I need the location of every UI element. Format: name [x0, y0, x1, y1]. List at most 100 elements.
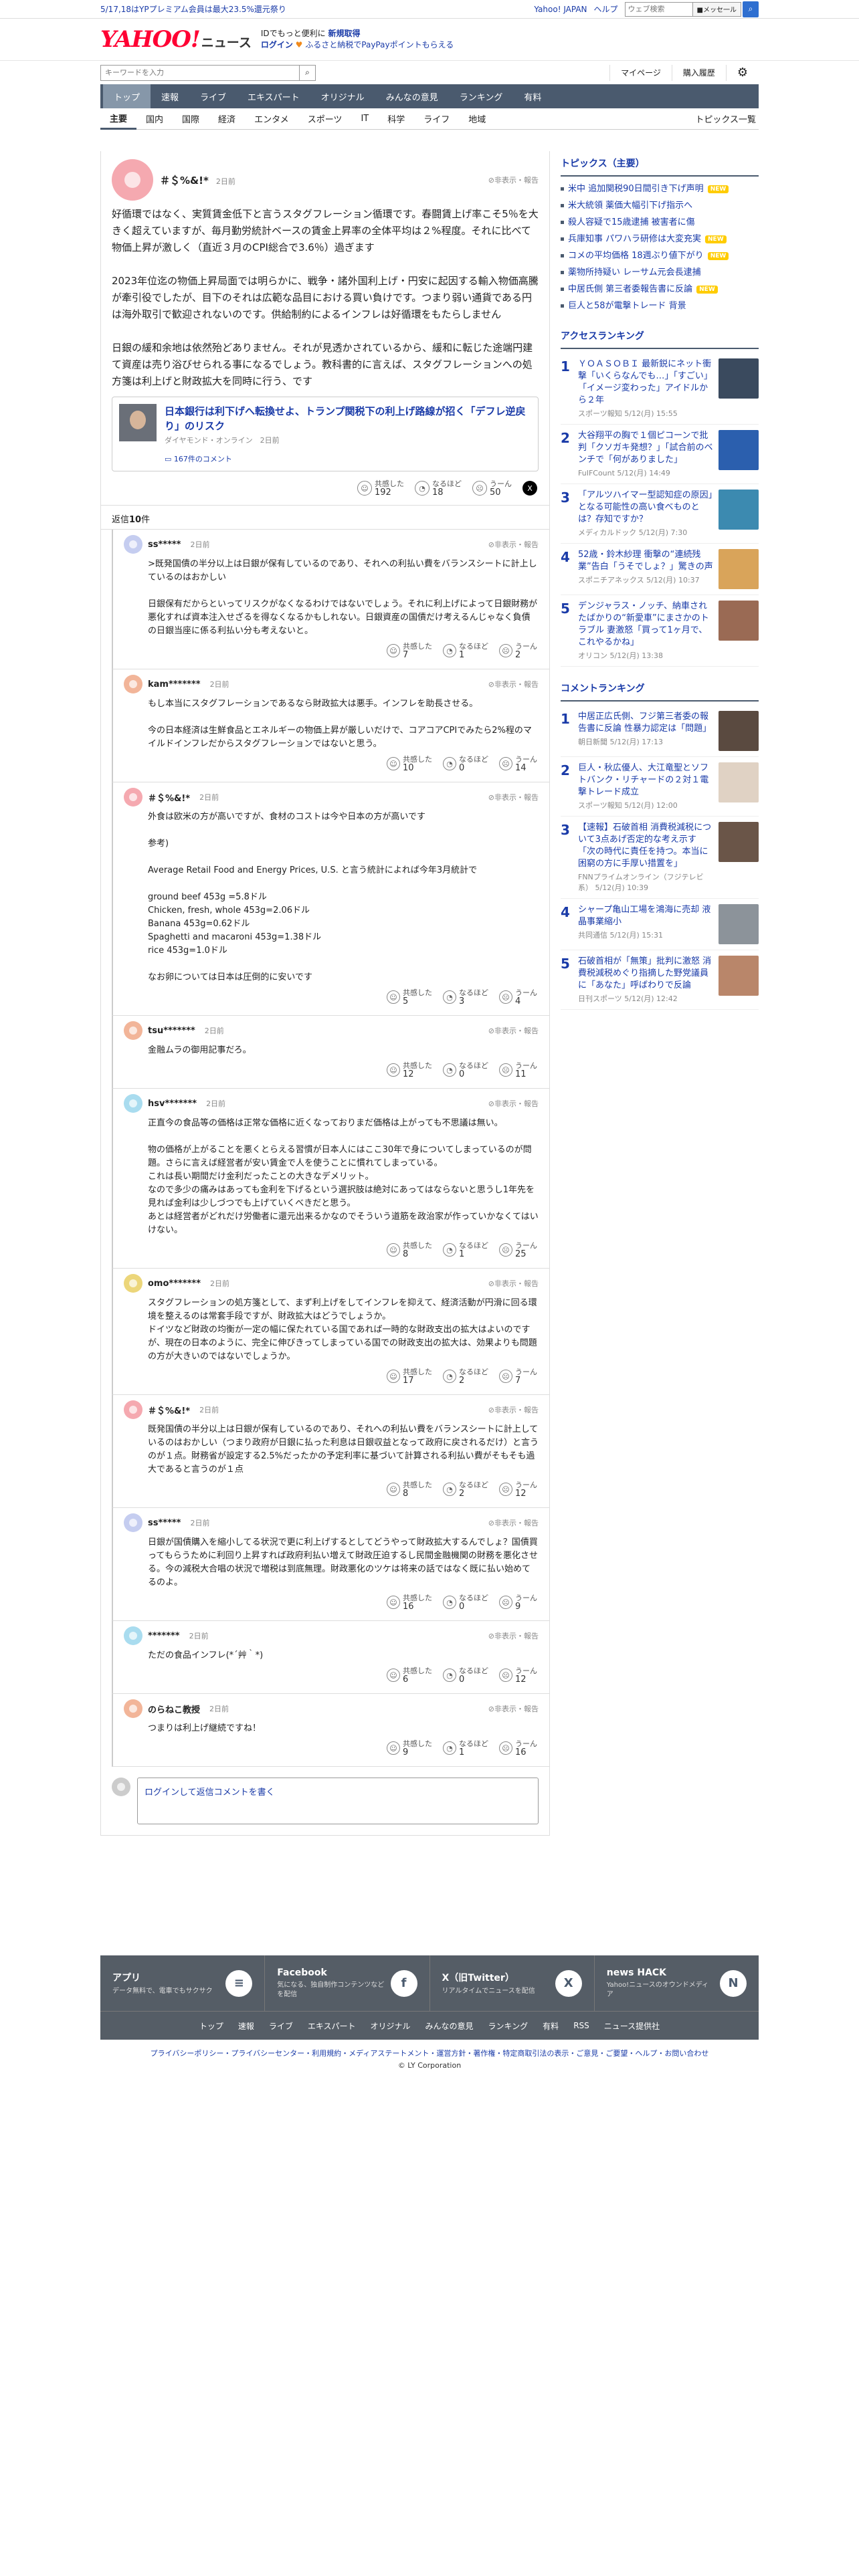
new-registration-link[interactable]: 新規取得	[328, 29, 360, 38]
topic-item[interactable]: 中居氏側 第三者委報告書に反論 NEW	[561, 281, 759, 298]
empathy-button[interactable]: ☺ 共感した 10	[387, 755, 432, 772]
hide-report-button[interactable]: ⊘非表示・報告	[488, 1098, 539, 1109]
message-link[interactable]: ■メッセ一ル	[692, 1, 741, 17]
empathy-button[interactable]: ☺ 共感した 16	[387, 1594, 432, 1611]
hmm-button[interactable]: ☹ うーん 12	[499, 1481, 537, 1498]
help-link[interactable]: ヘルプ	[594, 3, 618, 15]
user-name[interactable]: tsu*******	[148, 1026, 195, 1036]
empathy-button[interactable]: ☺ 共感した 7	[387, 642, 432, 659]
hmm-button[interactable]: ☹ うーん 14	[499, 755, 537, 772]
premium-promo-link[interactable]: 5/17,18はYPプレミアム会員は最大23.5%還元祭り	[100, 3, 286, 15]
hide-report-button[interactable]: ⊘非表示・報告	[488, 1278, 539, 1289]
nav-expert[interactable]: エキスパート	[237, 84, 310, 108]
empathy-button[interactable]: ☺ 共感した 5	[387, 988, 432, 1006]
user-name[interactable]: hsv*******	[148, 1099, 197, 1109]
empathy-button[interactable]: ☺ 共感した 6	[387, 1667, 432, 1684]
insight-button[interactable]: ◔ なるほど 18	[415, 479, 462, 497]
reply-textarea[interactable]: ログインして返信コメントを書く	[137, 1778, 539, 1824]
mypage-button[interactable]: マイページ	[609, 64, 672, 81]
footer-card[interactable]: Facebook 気になる、独自制作コンテンツなどを配信 f	[265, 1955, 430, 2011]
hide-report-button[interactable]: ⊘非表示・報告	[488, 539, 539, 550]
empathy-button[interactable]: ☺ 共感した 8	[387, 1481, 432, 1498]
category-economy[interactable]: 経済	[209, 108, 245, 130]
nav-ranking[interactable]: ランキング	[449, 84, 514, 108]
insight-button[interactable]: ◔ なるほど 1	[443, 1241, 488, 1259]
hide-report-button[interactable]: ⊘非表示・報告	[488, 1517, 539, 1528]
category-major[interactable]: 主要	[100, 108, 137, 130]
empathy-button[interactable]: ☺ 共感した 12	[387, 1061, 432, 1079]
ranking-item[interactable]: 2 巨人・秋広優人、大江竜聖とソフトバンク・リチャードの２対１電撃トレード成立ス…	[561, 757, 759, 817]
footer-link[interactable]: 有料	[543, 2020, 559, 2032]
footer-link[interactable]: オリジナル	[371, 2020, 411, 2032]
hmm-button[interactable]: ☹ うーん 12	[499, 1667, 537, 1684]
ranking-item[interactable]: 2 大谷翔平の胸で１個ピコーンで批判「クソガキ発想？」「試合前のベンチで「何があ…	[561, 425, 759, 484]
nav-breaking[interactable]: 速報	[151, 84, 189, 108]
linked-article-card[interactable]: 日本銀行は利下げへ転換せよ、トランプ関税下の利上げ路線が招く「デフレ逆戻り」のリ…	[112, 397, 539, 471]
user-name[interactable]: ＃＄%&!*	[148, 1404, 190, 1416]
hmm-button[interactable]: ☹ うーん 25	[499, 1241, 537, 1259]
user-name[interactable]: ＃＄%&!*	[160, 175, 209, 187]
insight-button[interactable]: ◔ なるほど 1	[443, 642, 488, 659]
hmm-button[interactable]: ☹ うーん 7	[499, 1368, 537, 1385]
article-title[interactable]: 日本銀行は利下げへ転換せよ、トランプ関税下の利上げ路線が招く「デフレ逆戻り」のリ…	[165, 404, 531, 433]
user-name[interactable]: のらねこ教授	[148, 1703, 200, 1715]
user-name[interactable]: omo*******	[148, 1279, 201, 1289]
web-search-input[interactable]	[624, 1, 693, 17]
article-comment-count[interactable]: ▭ 167件のコメント	[165, 453, 531, 464]
user-name[interactable]: *******	[148, 1631, 180, 1641]
furusato-link[interactable]: ふるさと納税でPayPayポイントもらえる	[305, 40, 454, 49]
user-name[interactable]: ＃＄%&!*	[148, 791, 190, 804]
footer-link[interactable]: 速報	[238, 2020, 254, 2032]
yahoo-news-logo[interactable]: YAHOO! ニュース	[100, 26, 252, 53]
footer-link[interactable]: ニュース提供社	[604, 2020, 660, 2032]
ranking-item[interactable]: 1 中居正広氏側、フジ第三者委の報告書に反論 性暴力認定は「問題」 朝日新聞 5/…	[561, 706, 759, 757]
ranking-item[interactable]: 1 ＹＯＡＳＯＢＩ 最新鋭にネット衝撃「いくらなんでも…」「すごい」「イメージ変…	[561, 353, 759, 425]
footer-link[interactable]: ライブ	[269, 2020, 293, 2032]
keyword-search-input[interactable]	[100, 64, 300, 81]
category-domestic[interactable]: 国内	[136, 108, 173, 130]
insight-button[interactable]: ◔ なるほど 2	[443, 1481, 488, 1498]
nav-paid[interactable]: 有料	[513, 84, 552, 108]
purchase-history-button[interactable]: 購入履歴	[671, 64, 726, 81]
insight-button[interactable]: ◔ なるほど 0	[443, 1594, 488, 1611]
ranking-item[interactable]: 5 石破首相が「無策」批判に激怒 消費税減税めぐり指摘した野党議員に「あなた」呼…	[561, 950, 759, 1010]
hide-report-button[interactable]: ⊘非表示・報告	[488, 1703, 539, 1714]
topics-list-link[interactable]: トピックス一覧	[686, 108, 759, 130]
hide-report-button[interactable]: ⊘非表示・報告	[488, 792, 539, 802]
hmm-button[interactable]: ☹ うーん 2	[499, 642, 537, 659]
category-it[interactable]: IT	[351, 108, 378, 130]
ranking-item[interactable]: 4 52歳・鈴木紗理 衝撃の“連続残業”告白「うそでしょ？」驚きの声 スポニチアネ…	[561, 544, 759, 595]
insight-button[interactable]: ◔ なるほど 0	[443, 755, 488, 772]
ranking-item[interactable]: 5 デンジャラス・ノッチ、納車されたばかりの“新愛車”にまさかのトラブル 妻激怒…	[561, 595, 759, 667]
topic-item[interactable]: 米大統領 薬価大幅引下げ指示へ	[561, 197, 759, 214]
hmm-button[interactable]: ☹ うーん 4	[499, 988, 537, 1006]
nav-live[interactable]: ライブ	[189, 84, 237, 108]
empathy-button[interactable]: ☺ 共感した 192	[357, 479, 404, 497]
footer-card[interactable]: news HACK Yahoo!ニュースのオウンドメディア N	[595, 1955, 759, 2011]
category-sports[interactable]: スポーツ	[298, 108, 352, 130]
search-icon[interactable]: ⌕	[300, 64, 316, 81]
footer-link[interactable]: RSS	[573, 2021, 589, 2030]
x-share-icon[interactable]: X	[522, 481, 537, 496]
search-icon[interactable]: ⌕	[743, 1, 759, 17]
gear-icon[interactable]: ⚙	[725, 64, 759, 81]
legal-text[interactable]: プライバシーポリシー・プライバシーセンター・利用規約・メディアステートメント・運…	[100, 2048, 759, 2060]
nav-opinions[interactable]: みんなの意見	[375, 84, 449, 108]
footer-card[interactable]: X（旧Twitter） リアルタイムでニュースを配信 X	[430, 1955, 595, 2011]
topic-item[interactable]: 兵庫知事 パワハラ研修は大変充実 NEW	[561, 231, 759, 247]
hide-report-button[interactable]: ⊘非表示・報告	[488, 175, 539, 185]
user-name[interactable]: kam*******	[148, 679, 201, 689]
yahoo-japan-link[interactable]: Yahoo! JAPAN	[534, 5, 587, 14]
footer-link[interactable]: エキスパート	[308, 2020, 356, 2032]
hmm-button[interactable]: ☹ うーん 9	[499, 1594, 537, 1611]
topic-item[interactable]: 米中 追加関税90日間引き下げ声明 NEW	[561, 181, 759, 197]
hide-report-button[interactable]: ⊘非表示・報告	[488, 1025, 539, 1036]
nav-original[interactable]: オリジナル	[310, 84, 375, 108]
hide-report-button[interactable]: ⊘非表示・報告	[488, 1404, 539, 1415]
insight-button[interactable]: ◔ なるほど 3	[443, 988, 488, 1006]
ranking-item[interactable]: 3 「アルツハイマー型認知症の原因」となる可能性の高い食べものとは？存知ですか？…	[561, 484, 759, 544]
hmm-button[interactable]: ☹ うーん 50	[472, 479, 512, 497]
empathy-button[interactable]: ☺ 共感した 9	[387, 1739, 432, 1757]
nav-top[interactable]: トップ	[103, 84, 151, 108]
hmm-button[interactable]: ☹ うーん 11	[499, 1061, 537, 1079]
